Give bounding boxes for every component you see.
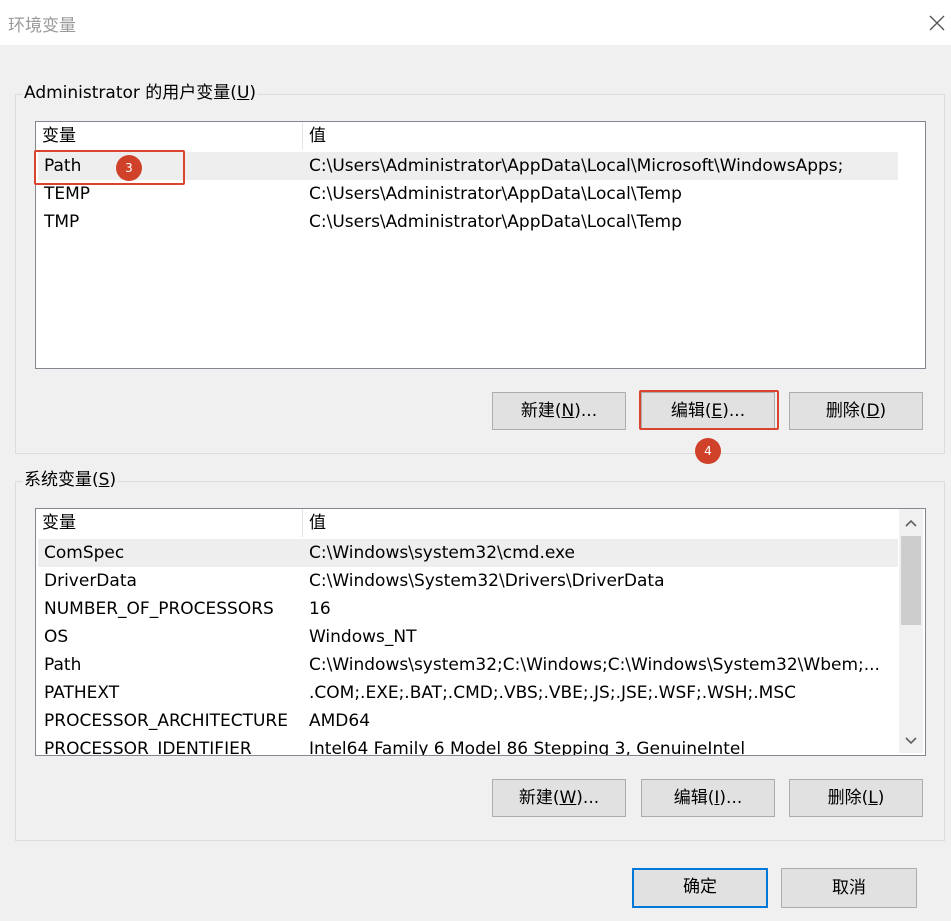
var-value: C:\Windows\system32;C:\Windows;C:\Window… xyxy=(309,655,880,675)
scrollbar-thumb[interactable] xyxy=(901,536,921,625)
system-delete-button[interactable]: 删除(L) xyxy=(789,779,923,817)
var-value: C:\Users\Administrator\AppData\Local\Tem… xyxy=(309,184,682,204)
column-header-value[interactable]: 值 xyxy=(302,122,898,150)
table-row[interactable]: PATHEXT .COM;.EXE;.BAT;.CMD;.VBS;.VBE;.J… xyxy=(38,679,898,707)
cancel-button[interactable]: 取消 xyxy=(781,868,917,908)
var-value: Intel64 Family 6 Model 86 Stepping 3, Ge… xyxy=(309,739,746,756)
var-name: Path xyxy=(44,655,82,675)
column-header-name[interactable]: 变量 xyxy=(36,509,302,537)
user-vars-group-label: Administrator 的用户变量(U) xyxy=(22,82,259,104)
table-row[interactable]: DriverData C:\Windows\System32\Drivers\D… xyxy=(38,567,898,595)
var-name: DriverData xyxy=(44,571,137,591)
user-new-button[interactable]: 新建(N)... xyxy=(492,392,626,430)
system-edit-button[interactable]: 编辑(I)... xyxy=(641,779,775,817)
list-header: 变量 值 xyxy=(36,122,898,150)
ok-button[interactable]: 确定 xyxy=(632,868,768,908)
vertical-scrollbar[interactable] xyxy=(899,509,923,753)
var-value: C:\Users\Administrator\AppData\Local\Mic… xyxy=(309,156,844,176)
table-row[interactable]: NUMBER_OF_PROCESSORS 16 xyxy=(38,595,898,623)
step-badge-3: 3 xyxy=(116,155,142,181)
var-value: C:\Windows\System32\Drivers\DriverData xyxy=(309,571,665,591)
var-value: C:\Users\Administrator\AppData\Local\Tem… xyxy=(309,212,682,232)
step-badge-4: 4 xyxy=(695,438,721,464)
user-delete-button[interactable]: 删除(D) xyxy=(789,392,923,430)
table-row[interactable]: PROCESSOR_IDENTIFIER Intel64 Family 6 Mo… xyxy=(38,735,898,756)
table-row[interactable]: OS Windows_NT xyxy=(38,623,898,651)
column-header-value[interactable]: 值 xyxy=(302,509,898,537)
var-value: Windows_NT xyxy=(309,627,417,647)
scroll-up-icon[interactable] xyxy=(899,511,923,535)
var-name: PATHEXT xyxy=(44,683,120,703)
var-name: OS xyxy=(44,627,69,647)
close-icon[interactable] xyxy=(924,10,950,36)
var-value: .COM;.EXE;.BAT;.CMD;.VBS;.VBE;.JS;.JSE;.… xyxy=(309,683,797,703)
highlight-box-path-row xyxy=(34,150,185,185)
highlight-box-edit-button xyxy=(639,390,779,430)
var-name: PROCESSOR_IDENTIFIER xyxy=(44,739,252,756)
var-name: NUMBER_OF_PROCESSORS xyxy=(44,599,274,619)
var-name: TMP xyxy=(44,212,80,232)
table-row[interactable]: ComSpec C:\Windows\system32\cmd.exe xyxy=(38,539,898,567)
system-vars-list[interactable]: 变量 值 ComSpec C:\Windows\system32\cmd.exe… xyxy=(35,508,926,756)
var-name: ComSpec xyxy=(44,543,125,563)
system-vars-group-label: 系统变量(S) xyxy=(22,469,119,491)
table-row[interactable]: PROCESSOR_ARCHITECTURE AMD64 xyxy=(38,707,898,735)
scroll-down-icon[interactable] xyxy=(899,729,923,753)
table-row[interactable]: TMP C:\Users\Administrator\AppData\Local… xyxy=(38,208,898,236)
var-value: 16 xyxy=(309,599,331,619)
list-header: 变量 值 xyxy=(36,509,898,537)
table-row[interactable]: Path C:\Windows\system32;C:\Windows;C:\W… xyxy=(38,651,898,679)
var-value: AMD64 xyxy=(309,711,371,731)
window-title: 环境变量 xyxy=(8,16,76,36)
title-bar: 环境变量 xyxy=(0,0,951,45)
var-value: C:\Windows\system32\cmd.exe xyxy=(309,543,576,563)
column-header-name[interactable]: 变量 xyxy=(36,122,302,150)
var-name: PROCESSOR_ARCHITECTURE xyxy=(44,711,288,731)
system-new-button[interactable]: 新建(W)... xyxy=(492,779,626,817)
